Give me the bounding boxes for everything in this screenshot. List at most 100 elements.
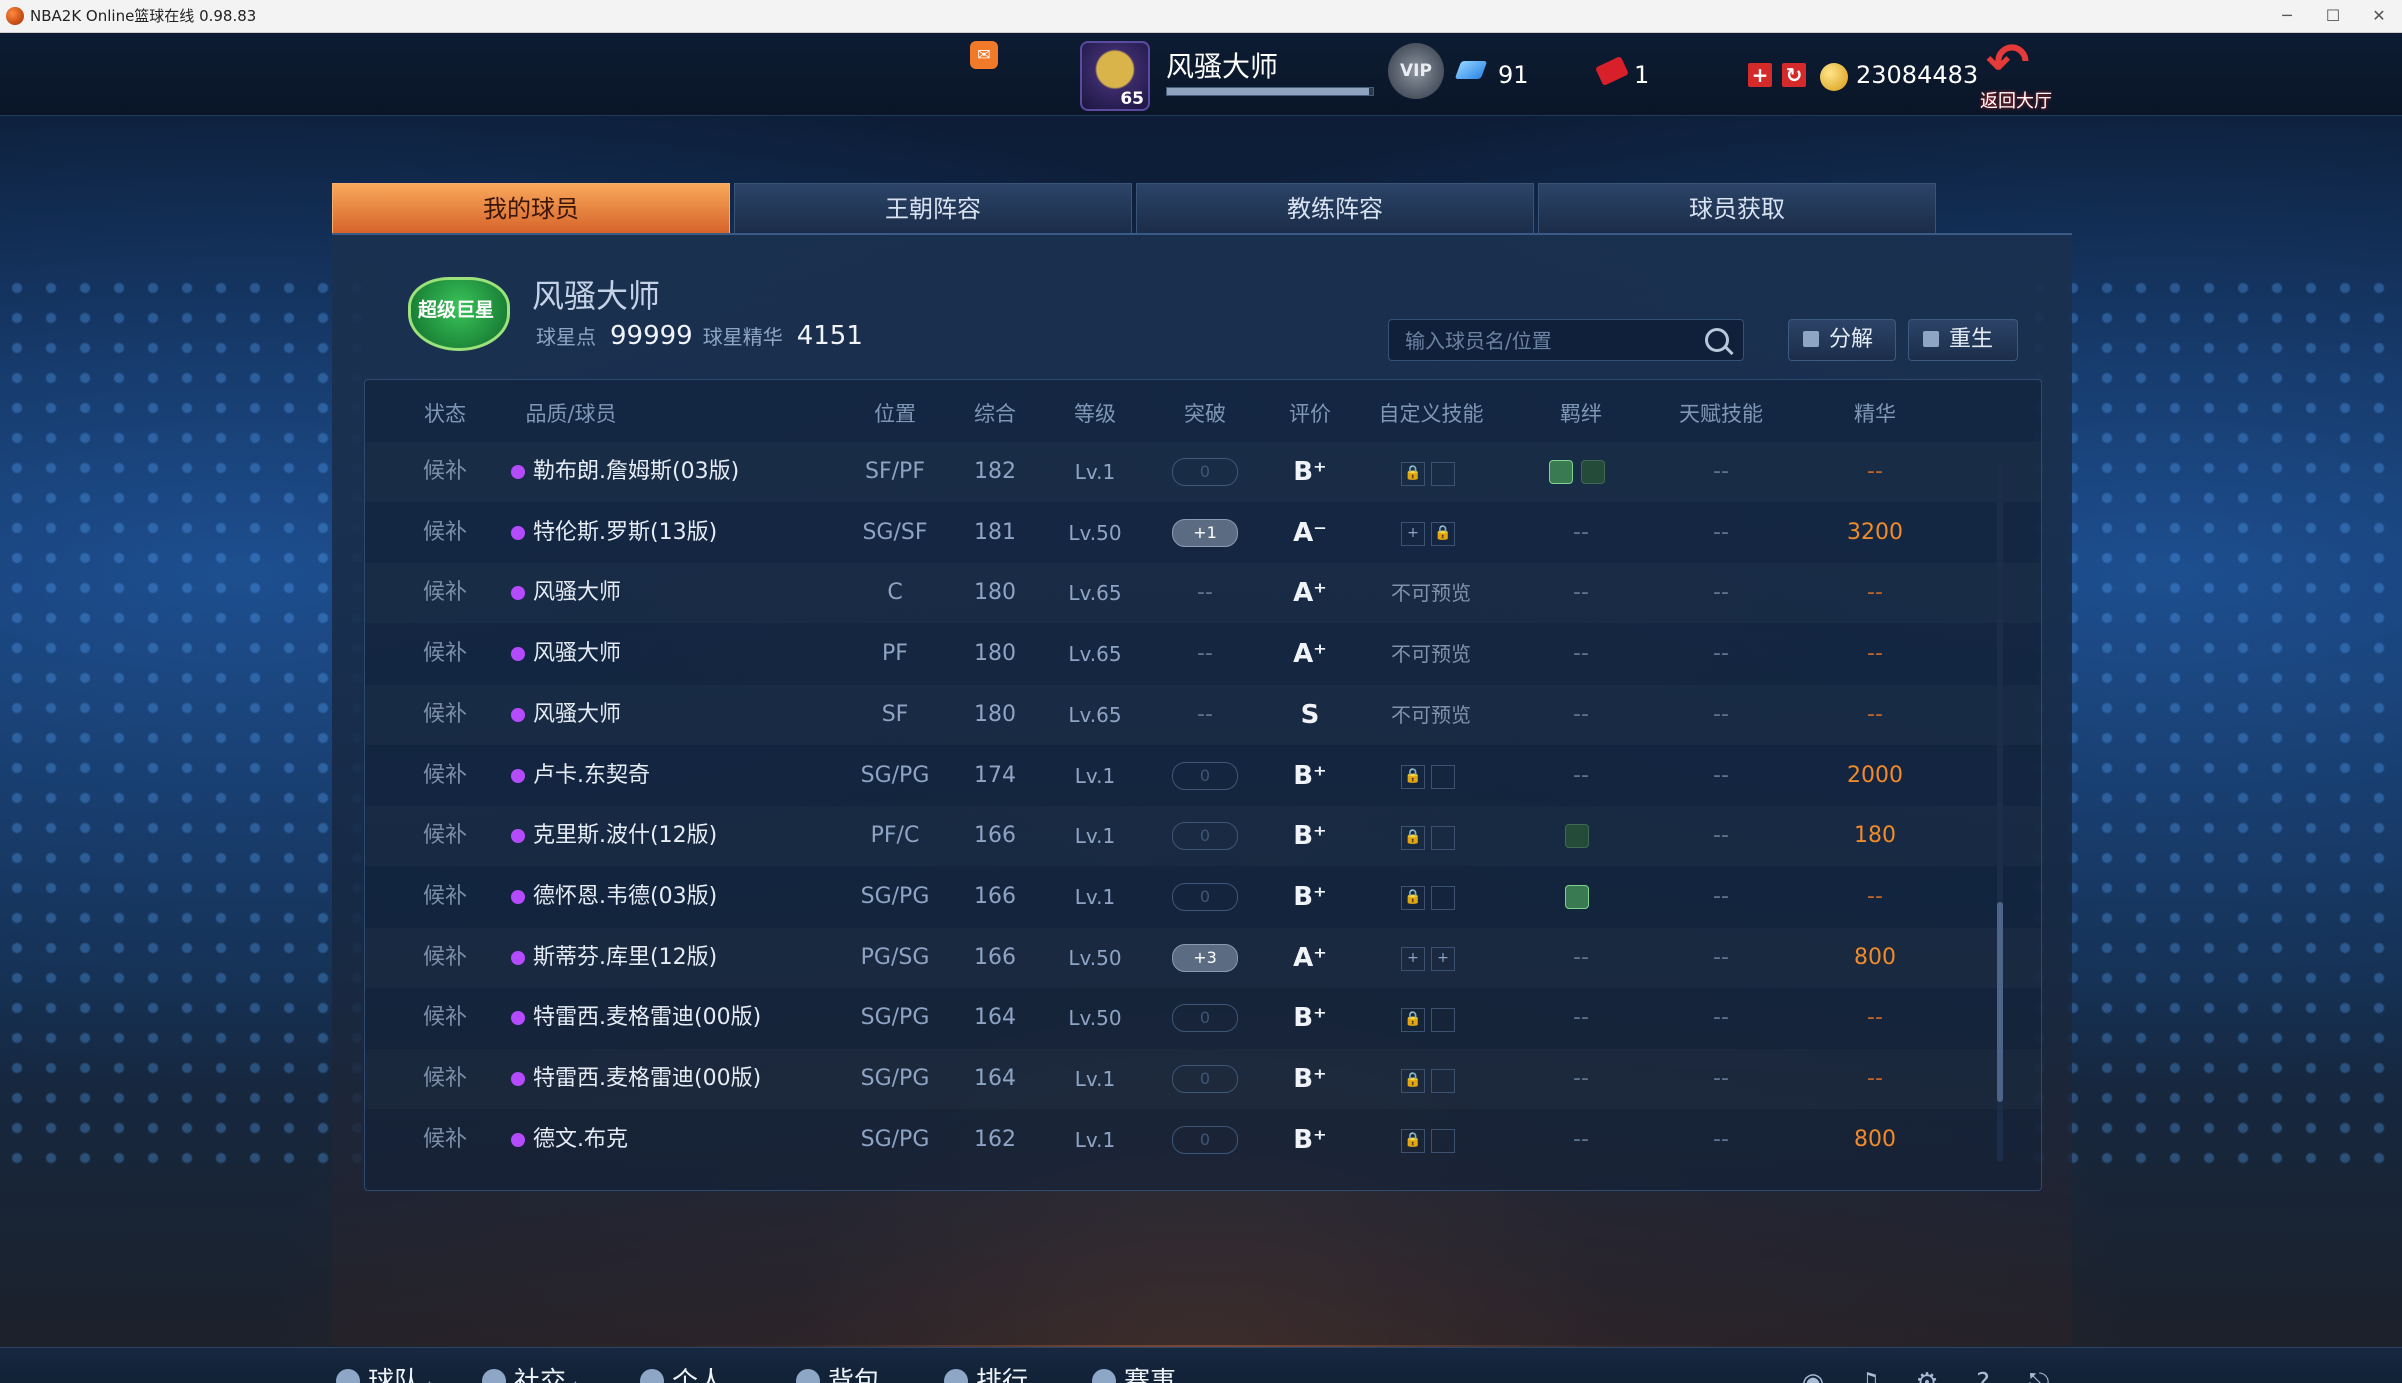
breakthrough-pill[interactable]: 0 <box>1172 761 1238 790</box>
help-icon[interactable]: ? <box>1970 1370 1996 1383</box>
vip-badge[interactable]: VIP <box>1388 43 1444 99</box>
empty-skill-slot[interactable] <box>1431 1068 1455 1093</box>
breakthrough-cell: 0 <box>1155 1110 1255 1170</box>
window-titlebar: NBA2K Online篮球在线 0.98.83 ─ ☐ ✕ <box>0 0 2402 33</box>
position-cell: SG/PG <box>860 1126 930 1152</box>
breakthrough-pill[interactable]: 0 <box>1172 1125 1238 1154</box>
bond-value: -- <box>1573 1005 1589 1031</box>
rebirth-button[interactable]: 重生 <box>1908 319 2018 361</box>
breakthrough-pill[interactable]: +1 <box>1172 518 1238 547</box>
close-button[interactable]: ✕ <box>2356 0 2402 32</box>
lock-icon[interactable]: 🔒 <box>1401 886 1425 911</box>
nav-profile[interactable]: 个人 <box>640 1348 724 1383</box>
breakthrough-pill[interactable]: 0 <box>1172 458 1238 486</box>
add-skill-icon[interactable]: + <box>1431 947 1455 972</box>
table-row[interactable]: 候补 风骚大师 PF 180 Lv.65 -- A⁺ 不可预览 -- -- -- <box>365 624 2041 684</box>
empty-skill-slot[interactable] <box>1431 1129 1455 1154</box>
recharge-icon[interactable]: ↻ <box>1782 63 1806 87</box>
tab-my-players[interactable]: 我的球员 <box>332 183 730 235</box>
team-icon <box>336 1369 360 1383</box>
empty-skill-slot[interactable] <box>1431 461 1455 486</box>
tab-player-acquire[interactable]: 球员获取 <box>1538 183 1936 235</box>
empty-skill-slot[interactable] <box>1431 765 1455 789</box>
exit-icon[interactable]: ⎋ <box>2026 1370 2052 1383</box>
trophy-icon <box>1092 1369 1116 1383</box>
back-to-lobby-label: 返回大厅 <box>1980 91 2052 112</box>
scrollbar-thumb[interactable] <box>1997 902 2003 1102</box>
nav-events[interactable]: 赛事 <box>1092 1348 1176 1383</box>
lock-icon[interactable]: 🔒 <box>1401 1129 1425 1154</box>
maximize-button[interactable]: ☐ <box>2310 0 2356 32</box>
bond-cell: -- <box>1521 624 1641 684</box>
search-icon[interactable] <box>1705 328 1729 352</box>
breakthrough-cell: +1 <box>1155 503 1255 563</box>
table-row[interactable]: 候补 风骚大师 SF 180 Lv.65 -- S 不可预览 -- -- -- <box>365 685 2041 745</box>
settings-gear-icon[interactable]: ⚙ <box>1914 1370 1940 1383</box>
essence-label: 球星精华 <box>702 325 783 349</box>
empty-skill-slot[interactable] <box>1431 1007 1455 1032</box>
add-skill-icon[interactable]: + <box>1401 947 1425 972</box>
lock-icon[interactable]: 🔒 <box>1401 461 1425 486</box>
table-row[interactable]: 候补 风骚大师 C 180 Lv.65 -- A⁺ 不可预览 -- -- -- <box>365 563 2041 623</box>
player-avatar[interactable]: 65 <box>1080 41 1150 111</box>
nav-ranking[interactable]: 排行 <box>944 1348 1028 1383</box>
tab-dynasty-lineup[interactable]: 王朝阵容 <box>734 183 1132 235</box>
breakthrough-pill[interactable]: 0 <box>1172 1065 1238 1093</box>
quality-dot-icon <box>511 829 525 844</box>
lock-icon[interactable]: 🔒 <box>1401 1007 1425 1032</box>
minimize-button[interactable]: ─ <box>2264 0 2310 32</box>
table-row[interactable]: 候补 特雷西.麦格雷迪(00版) SG/PG 164 Lv.1 0 B⁺ 🔒 -- -- -- <box>365 1049 2041 1109</box>
tab-coach-lineup[interactable]: 教练阵容 <box>1136 183 1534 235</box>
table-row[interactable]: 候补 勒布朗.詹姆斯(03版) SF/PF 182 Lv.1 0 B⁺ 🔒 -- -- <box>365 442 2041 502</box>
back-to-lobby-button[interactable]: ↶ 返回大厅 <box>1976 33 2062 112</box>
lock-icon[interactable]: 🔒 <box>1401 1068 1425 1093</box>
grade-cell: B⁺ <box>1293 457 1327 487</box>
player-name: 卢卡.东契奇 <box>533 762 650 788</box>
nav-bag[interactable]: 背包 <box>796 1348 880 1383</box>
overall-cell: 174 <box>974 762 1016 788</box>
custom-skill-cell: 🔒 <box>1361 746 1501 806</box>
table-row[interactable]: 候补 特伦斯.罗斯(13版) SG/SF 181 Lv.50 +1 A⁻ + 🔒 -- -- 3200 <box>365 503 2041 563</box>
bond-icon[interactable] <box>1581 460 1605 484</box>
player-search-input[interactable] <box>1403 320 1697 362</box>
lock-icon[interactable]: 🔒 <box>1401 765 1425 789</box>
player-name-cell: 卢卡.东契奇 <box>511 746 811 806</box>
table-row[interactable]: 候补 德怀恩.韦德(03版) SG/PG 166 Lv.1 0 B⁺ 🔒 -- -- <box>365 867 2041 927</box>
add-skill-icon[interactable]: + <box>1401 522 1425 547</box>
music-icon[interactable]: ♫ <box>1856 1370 1882 1383</box>
table-row[interactable]: 候补 德文.布克 SG/PG 162 Lv.1 0 B⁺ 🔒 -- -- 800 <box>365 1110 2041 1170</box>
nav-team[interactable]: 球队▲ <box>336 1348 435 1383</box>
notification-icon[interactable]: ✉ <box>970 41 998 69</box>
bond-icon[interactable] <box>1549 460 1573 484</box>
table-row[interactable]: 候补 卢卡.东契奇 SG/PG 174 Lv.1 0 B⁺ 🔒 -- -- 2000 <box>365 746 2041 806</box>
back-arrow-icon: ↶ <box>1986 33 2030 93</box>
lock-icon[interactable]: 🔒 <box>1401 825 1425 850</box>
custom-skill-cell: + + <box>1361 928 1501 988</box>
bond-icon[interactable] <box>1565 824 1589 849</box>
table-row[interactable]: 候补 克里斯.波什(12版) PF/C 166 Lv.1 0 B⁺ 🔒 -- 180 <box>365 806 2041 866</box>
level-cell: Lv.50 <box>1068 945 1122 970</box>
empty-skill-slot[interactable] <box>1431 886 1455 911</box>
decompose-icon <box>1803 331 1819 347</box>
bond-icon[interactable] <box>1565 884 1589 909</box>
decompose-button[interactable]: 分解 <box>1788 319 1896 361</box>
breakthrough-pill[interactable]: 0 <box>1172 882 1238 911</box>
table-scrollbar[interactable] <box>1997 462 2003 1162</box>
breakthrough-pill[interactable]: 0 <box>1172 822 1238 851</box>
bottom-nav: 球队▲ 社交▲ 个人 背包 排行 赛事 ◉ ♫ ⚙ ? ⎋ <box>0 1347 2402 1383</box>
essence-cell: 180 <box>1854 823 1896 849</box>
position-cell: SF/PF <box>865 459 925 484</box>
headset-icon[interactable]: ◉ <box>1800 1370 1826 1383</box>
nav-social[interactable]: 社交▲ <box>482 1348 581 1383</box>
status-cell: 候补 <box>422 459 467 484</box>
lock-icon[interactable]: 🔒 <box>1431 522 1455 547</box>
breakthrough-pill[interactable]: +3 <box>1172 943 1238 972</box>
table-row[interactable]: 候补 斯蒂芬.库里(12版) PG/SG 166 Lv.50 +3 A⁺ + + -- -- 800 <box>365 928 2041 988</box>
empty-skill-slot[interactable] <box>1431 825 1455 850</box>
grade-cell: B⁺ <box>1293 760 1327 791</box>
level-cell: Lv.65 <box>1068 702 1122 727</box>
table-row[interactable]: 候补 特雷西.麦格雷迪(00版) SG/PG 164 Lv.50 0 B⁺ 🔒 -- -- -- <box>365 988 2041 1048</box>
add-currency-icon[interactable]: + <box>1748 63 1772 87</box>
ticket-icon <box>1595 56 1629 86</box>
breakthrough-pill[interactable]: 0 <box>1172 1004 1238 1033</box>
